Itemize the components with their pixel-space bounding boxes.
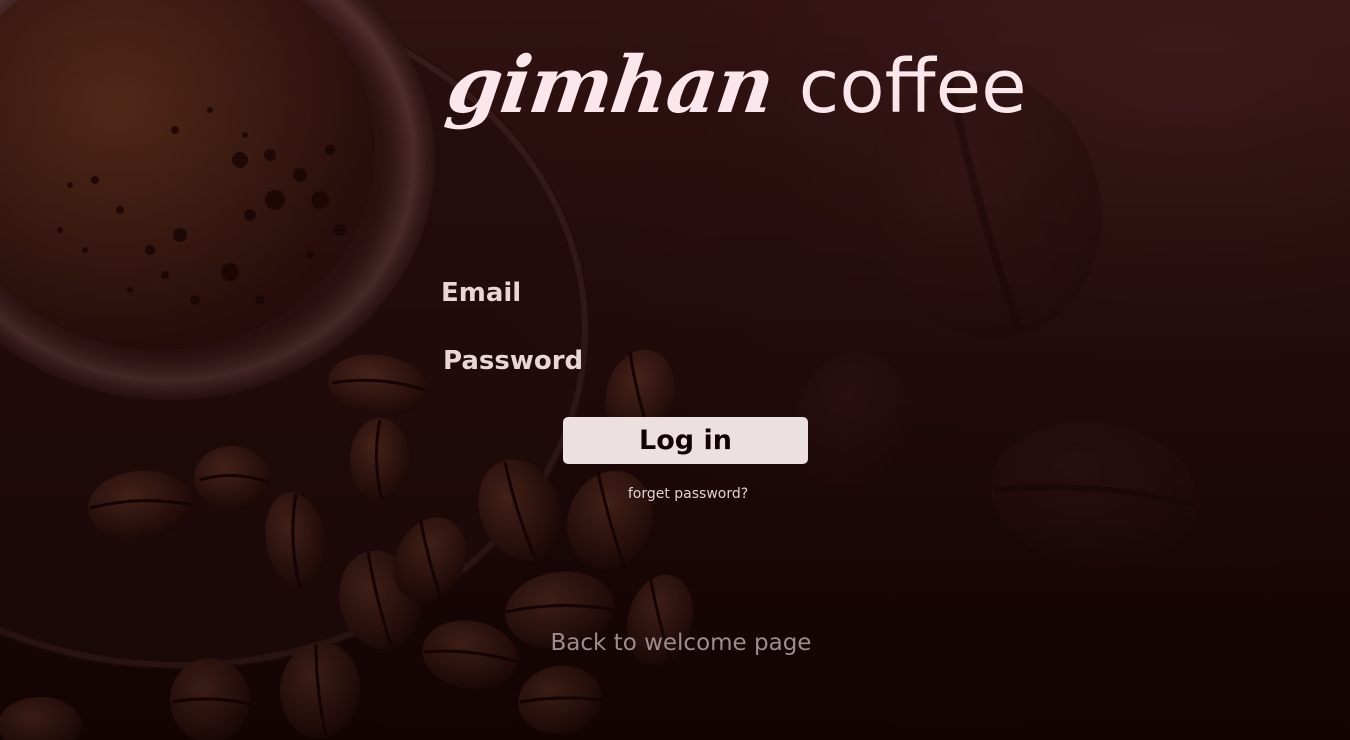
brand-title: gimhan coffee bbox=[442, 40, 1027, 150]
password-field[interactable] bbox=[580, 348, 944, 384]
back-to-welcome-link[interactable]: Back to welcome page bbox=[520, 630, 842, 656]
brand-word-text: coffee bbox=[798, 44, 1027, 130]
brand-script-text: gimhan bbox=[441, 40, 780, 131]
login-screen: gimhan coffee Email Password Log in forg… bbox=[0, 0, 1350, 740]
forgot-password-link[interactable]: forget password? bbox=[580, 486, 796, 502]
login-button[interactable]: Log in bbox=[563, 417, 808, 464]
email-field[interactable] bbox=[560, 280, 944, 316]
